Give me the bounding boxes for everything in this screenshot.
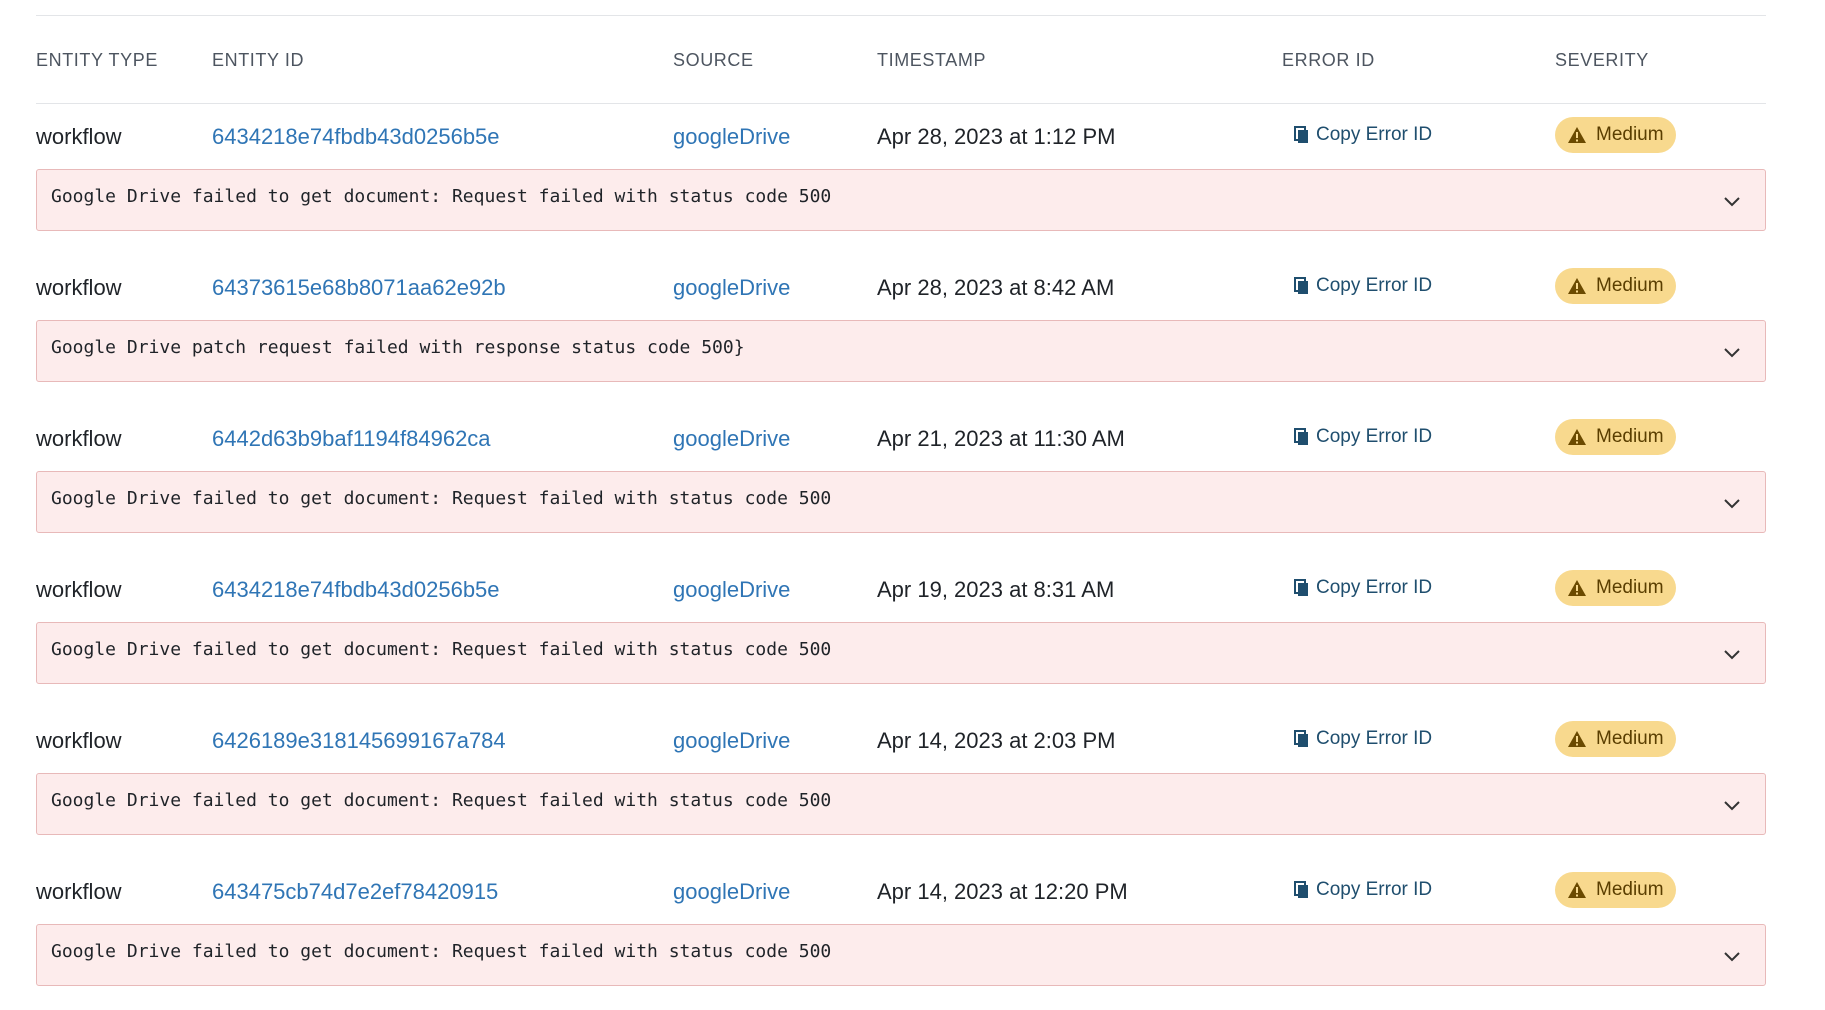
severity-label: Medium: [1596, 577, 1664, 598]
timestamp-cell: Apr 28, 2023 at 8:42 AM: [877, 275, 1115, 300]
header-entity-id: ENTITY ID: [212, 50, 305, 70]
severity-badge: Medium: [1555, 570, 1676, 606]
header-entity-type: ENTITY TYPE: [36, 50, 158, 70]
error-message: Google Drive patch request failed with r…: [51, 337, 745, 358]
header-timestamp: TIMESTAMP: [877, 50, 987, 70]
error-message-panel[interactable]: Google Drive patch request failed with r…: [36, 320, 1766, 382]
entity-type-cell: workflow: [36, 124, 122, 149]
chevron-down-icon[interactable]: [1721, 492, 1743, 514]
timestamp-cell: Apr 14, 2023 at 12:20 PM: [877, 879, 1128, 904]
table-row: workflow 6426189e318145699167a784 google…: [36, 708, 1766, 859]
copy-icon: [1294, 428, 1308, 445]
severity-label: Medium: [1596, 124, 1664, 145]
error-message: Google Drive failed to get document: Req…: [51, 488, 832, 509]
table-body: workflow 6434218e74fbdb43d0256b5e google…: [36, 104, 1766, 1010]
entity-id-link[interactable]: 643475cb74d7e2ef78420915: [212, 878, 498, 906]
chevron-down-icon[interactable]: [1721, 794, 1743, 816]
entity-type-cell: workflow: [36, 728, 122, 753]
severity-badge: Medium: [1555, 117, 1676, 153]
timestamp-cell: Apr 21, 2023 at 11:30 AM: [877, 426, 1125, 451]
table-row: workflow 6442d63b9baf1194f84962ca google…: [36, 406, 1766, 557]
entity-id-link[interactable]: 6434218e74fbdb43d0256b5e: [212, 123, 500, 151]
table-header: ENTITY TYPE ENTITY ID SOURCE TIMESTAMP E…: [36, 16, 1766, 104]
error-message-panel[interactable]: Google Drive failed to get document: Req…: [36, 471, 1766, 533]
entity-id-link[interactable]: 6434218e74fbdb43d0256b5e: [212, 576, 500, 604]
copy-icon: [1294, 579, 1308, 596]
copy-icon: [1294, 126, 1308, 143]
source-link[interactable]: googleDrive: [673, 576, 790, 604]
table-row: workflow 6434218e74fbdb43d0256b5e google…: [36, 104, 1766, 255]
table-row: workflow 64373615e68b8071aa62e92b google…: [36, 255, 1766, 406]
severity-badge: Medium: [1555, 872, 1676, 908]
copy-icon: [1294, 277, 1308, 294]
table-row: workflow 643475cb74d7e2ef78420915 google…: [36, 859, 1766, 1010]
error-message: Google Drive failed to get document: Req…: [51, 186, 832, 207]
copy-error-id-label: Copy Error ID: [1316, 426, 1433, 447]
error-message-panel[interactable]: Google Drive failed to get document: Req…: [36, 924, 1766, 986]
copy-error-id-button[interactable]: Copy Error ID: [1294, 275, 1432, 297]
copy-error-id-label: Copy Error ID: [1316, 728, 1433, 749]
copy-error-id-label: Copy Error ID: [1316, 879, 1433, 900]
source-link[interactable]: googleDrive: [673, 878, 790, 906]
error-message: Google Drive failed to get document: Req…: [51, 941, 832, 962]
severity-label: Medium: [1596, 879, 1664, 900]
copy-icon: [1294, 730, 1308, 747]
copy-error-id-label: Copy Error ID: [1316, 124, 1433, 145]
chevron-down-icon[interactable]: [1721, 341, 1743, 363]
warning-icon: [1568, 882, 1586, 898]
error-message-panel[interactable]: Google Drive failed to get document: Req…: [36, 773, 1766, 835]
severity-badge: Medium: [1555, 721, 1676, 757]
table-row: workflow 6434218e74fbdb43d0256b5e google…: [36, 557, 1766, 708]
error-message-panel[interactable]: Google Drive failed to get document: Req…: [36, 169, 1766, 231]
entity-type-cell: workflow: [36, 879, 122, 904]
chevron-down-icon[interactable]: [1721, 945, 1743, 967]
warning-icon: [1568, 580, 1586, 596]
chevron-down-icon[interactable]: [1721, 190, 1743, 212]
header-source: SOURCE: [673, 50, 754, 70]
copy-error-id-label: Copy Error ID: [1316, 577, 1433, 598]
copy-error-id-button[interactable]: Copy Error ID: [1294, 577, 1432, 599]
header-error-id: ERROR ID: [1282, 50, 1375, 70]
timestamp-cell: Apr 19, 2023 at 8:31 AM: [877, 577, 1115, 602]
copy-error-id-label: Copy Error ID: [1316, 275, 1433, 296]
entity-id-link[interactable]: 6442d63b9baf1194f84962ca: [212, 425, 491, 453]
copy-error-id-button[interactable]: Copy Error ID: [1294, 728, 1432, 750]
entity-type-cell: workflow: [36, 577, 122, 602]
copy-icon: [1294, 881, 1308, 898]
entity-id-link[interactable]: 6426189e318145699167a784: [212, 727, 506, 755]
error-message-panel[interactable]: Google Drive failed to get document: Req…: [36, 622, 1766, 684]
source-link[interactable]: googleDrive: [673, 274, 790, 302]
severity-label: Medium: [1596, 275, 1664, 296]
warning-icon: [1568, 127, 1586, 143]
source-link[interactable]: googleDrive: [673, 123, 790, 151]
warning-icon: [1568, 731, 1586, 747]
error-table: ENTITY TYPE ENTITY ID SOURCE TIMESTAMP E…: [36, 15, 1766, 1010]
severity-badge: Medium: [1555, 419, 1676, 455]
entity-type-cell: workflow: [36, 426, 122, 451]
copy-error-id-button[interactable]: Copy Error ID: [1294, 426, 1432, 448]
warning-icon: [1568, 429, 1586, 445]
source-link[interactable]: googleDrive: [673, 425, 790, 453]
entity-id-link[interactable]: 64373615e68b8071aa62e92b: [212, 274, 506, 302]
severity-badge: Medium: [1555, 268, 1676, 304]
timestamp-cell: Apr 14, 2023 at 2:03 PM: [877, 728, 1116, 753]
error-message: Google Drive failed to get document: Req…: [51, 790, 832, 811]
copy-error-id-button[interactable]: Copy Error ID: [1294, 879, 1432, 901]
severity-label: Medium: [1596, 728, 1664, 749]
error-message: Google Drive failed to get document: Req…: [51, 639, 832, 660]
source-link[interactable]: googleDrive: [673, 727, 790, 755]
severity-label: Medium: [1596, 426, 1664, 447]
header-severity: SEVERITY: [1555, 50, 1649, 70]
chevron-down-icon[interactable]: [1721, 643, 1743, 665]
copy-error-id-button[interactable]: Copy Error ID: [1294, 124, 1432, 146]
timestamp-cell: Apr 28, 2023 at 1:12 PM: [877, 124, 1116, 149]
entity-type-cell: workflow: [36, 275, 122, 300]
warning-icon: [1568, 278, 1586, 294]
